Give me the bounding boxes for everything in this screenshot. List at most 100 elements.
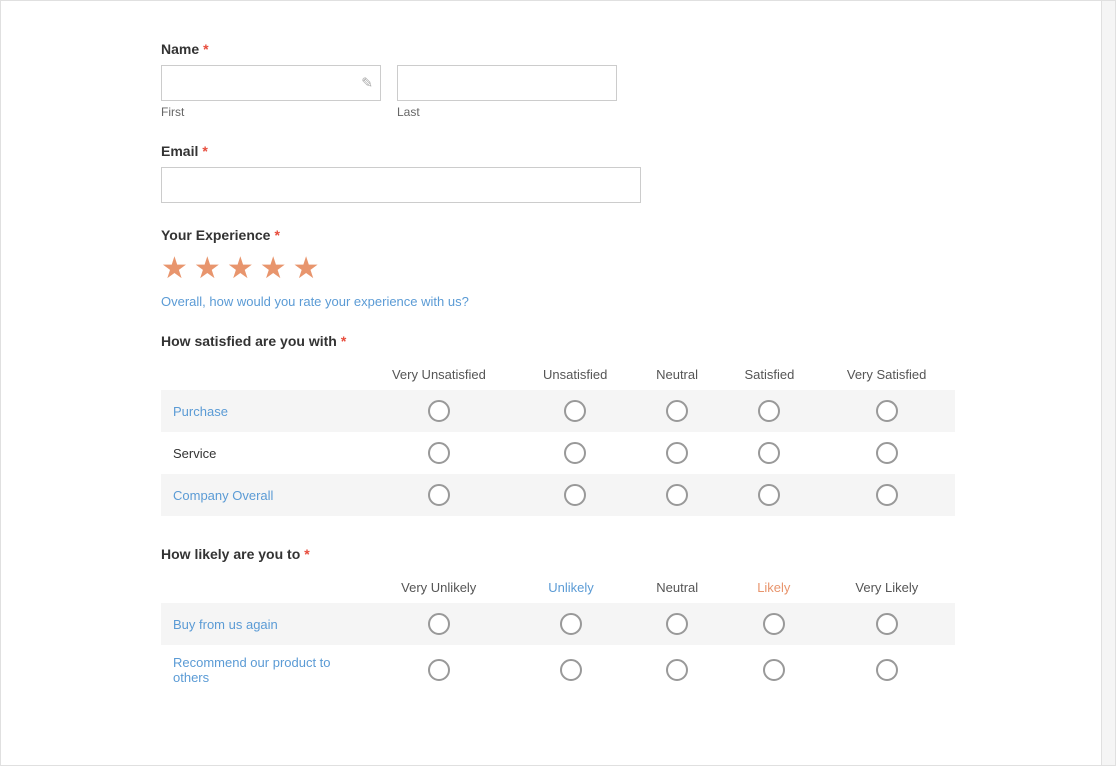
recommend-unlikely-radio[interactable] bbox=[560, 659, 582, 681]
service-neutral-radio[interactable] bbox=[666, 442, 688, 464]
likelihood-col-very-unlikely: Very Unlikely bbox=[361, 572, 517, 603]
star-1[interactable]: ★ bbox=[161, 251, 188, 286]
recommend-likely-radio[interactable] bbox=[763, 659, 785, 681]
service-very-unsatisfied-cell bbox=[361, 432, 517, 474]
satisfaction-col-unsatisfied: Unsatisfied bbox=[517, 359, 634, 390]
purchase-unsatisfied-radio[interactable] bbox=[564, 400, 586, 422]
email-field-group: Email * bbox=[161, 143, 955, 203]
recommend-very-likely-radio[interactable] bbox=[876, 659, 898, 681]
company-satisfied-cell bbox=[721, 474, 819, 516]
table-row: Recommend our product to others bbox=[161, 645, 955, 695]
star-2[interactable]: ★ bbox=[194, 251, 221, 286]
likelihood-col-neutral: Neutral bbox=[626, 572, 729, 603]
buy-unlikely-radio[interactable] bbox=[560, 613, 582, 635]
scrollbar[interactable] bbox=[1101, 1, 1115, 765]
service-unsatisfied-radio[interactable] bbox=[564, 442, 586, 464]
first-name-input[interactable] bbox=[161, 65, 381, 101]
purchase-very-satisfied-radio[interactable] bbox=[876, 400, 898, 422]
purchase-unsatisfied-cell bbox=[517, 390, 634, 432]
name-field-group: Name * ✎ First Last bbox=[161, 41, 955, 119]
table-row: Purchase bbox=[161, 390, 955, 432]
satisfaction-header-row: Very Unsatisfied Unsatisfied Neutral Sat… bbox=[161, 359, 955, 390]
purchase-neutral-cell bbox=[634, 390, 721, 432]
likelihood-col-label bbox=[161, 572, 361, 603]
first-name-field: ✎ First bbox=[161, 65, 381, 119]
name-inputs-row: ✎ First Last bbox=[161, 65, 955, 119]
satisfaction-col-very-satisfied: Very Satisfied bbox=[818, 359, 955, 390]
company-very-satisfied-cell bbox=[818, 474, 955, 516]
buy-very-unlikely-radio[interactable] bbox=[428, 613, 450, 635]
star-4[interactable]: ★ bbox=[260, 251, 287, 286]
recommend-very-unlikely-cell bbox=[361, 645, 517, 695]
company-neutral-cell bbox=[634, 474, 721, 516]
buy-neutral-radio[interactable] bbox=[666, 613, 688, 635]
purchase-very-satisfied-cell bbox=[818, 390, 955, 432]
company-very-satisfied-radio[interactable] bbox=[876, 484, 898, 506]
experience-hint: Overall, how would you rate your experie… bbox=[161, 294, 955, 309]
company-very-unsatisfied-cell bbox=[361, 474, 517, 516]
experience-field-group: Your Experience * ★ ★ ★ ★ ★ Overall, how… bbox=[161, 227, 955, 309]
satisfaction-col-neutral: Neutral bbox=[634, 359, 721, 390]
company-unsatisfied-cell bbox=[517, 474, 634, 516]
service-very-satisfied-cell bbox=[818, 432, 955, 474]
email-label: Email * bbox=[161, 143, 955, 159]
row-label-company-overall: Company Overall bbox=[161, 474, 361, 516]
row-label-buy-again: Buy from us again bbox=[161, 603, 361, 645]
likelihood-table: Very Unlikely Unlikely Neutral Likely Ve… bbox=[161, 572, 955, 695]
likelihood-required-star: * bbox=[304, 546, 309, 562]
row-label-recommend: Recommend our product to others bbox=[161, 645, 361, 695]
purchase-very-unsatisfied-radio[interactable] bbox=[428, 400, 450, 422]
satisfaction-col-very-unsatisfied: Very Unsatisfied bbox=[361, 359, 517, 390]
likelihood-header-row: Very Unlikely Unlikely Neutral Likely Ve… bbox=[161, 572, 955, 603]
company-very-unsatisfied-radio[interactable] bbox=[428, 484, 450, 506]
satisfaction-table: Very Unsatisfied Unsatisfied Neutral Sat… bbox=[161, 359, 955, 516]
recommend-very-unlikely-radio[interactable] bbox=[428, 659, 450, 681]
experience-label: Your Experience * bbox=[161, 227, 955, 243]
recommend-very-likely-cell bbox=[819, 645, 955, 695]
company-neutral-radio[interactable] bbox=[666, 484, 688, 506]
last-name-input[interactable] bbox=[397, 65, 617, 101]
service-satisfied-radio[interactable] bbox=[758, 442, 780, 464]
satisfaction-label: How satisfied are you with * bbox=[161, 333, 955, 349]
last-name-field: Last bbox=[397, 65, 617, 119]
company-unsatisfied-radio[interactable] bbox=[564, 484, 586, 506]
company-satisfied-radio[interactable] bbox=[758, 484, 780, 506]
buy-neutral-cell bbox=[626, 603, 729, 645]
email-input[interactable] bbox=[161, 167, 641, 203]
satisfaction-section: How satisfied are you with * Very Unsati… bbox=[161, 333, 955, 516]
name-required-star: * bbox=[203, 41, 208, 57]
likelihood-col-likely: Likely bbox=[729, 572, 819, 603]
service-very-unsatisfied-radio[interactable] bbox=[428, 442, 450, 464]
table-row: Company Overall bbox=[161, 474, 955, 516]
star-3[interactable]: ★ bbox=[227, 251, 254, 286]
buy-likely-radio[interactable] bbox=[763, 613, 785, 635]
likelihood-col-unlikely: Unlikely bbox=[517, 572, 626, 603]
buy-likely-cell bbox=[729, 603, 819, 645]
buy-very-likely-cell bbox=[819, 603, 955, 645]
recommend-unlikely-cell bbox=[517, 645, 626, 695]
purchase-satisfied-cell bbox=[721, 390, 819, 432]
buy-very-likely-radio[interactable] bbox=[876, 613, 898, 635]
likelihood-section: How likely are you to * Very Unlikely Un… bbox=[161, 546, 955, 695]
table-row: Service bbox=[161, 432, 955, 474]
satisfaction-required-star: * bbox=[341, 333, 346, 349]
first-name-sublabel: First bbox=[161, 105, 381, 119]
satisfaction-col-satisfied: Satisfied bbox=[721, 359, 819, 390]
purchase-satisfied-radio[interactable] bbox=[758, 400, 780, 422]
last-name-sublabel: Last bbox=[397, 105, 617, 119]
page-container: Name * ✎ First Last Email * Y bbox=[0, 0, 1116, 766]
service-satisfied-cell bbox=[721, 432, 819, 474]
purchase-neutral-radio[interactable] bbox=[666, 400, 688, 422]
service-very-satisfied-radio[interactable] bbox=[876, 442, 898, 464]
service-neutral-cell bbox=[634, 432, 721, 474]
star-5[interactable]: ★ bbox=[293, 251, 320, 286]
row-label-purchase: Purchase bbox=[161, 390, 361, 432]
experience-required-star: * bbox=[274, 227, 279, 243]
row-label-service: Service bbox=[161, 432, 361, 474]
recommend-neutral-cell bbox=[626, 645, 729, 695]
name-label: Name * bbox=[161, 41, 955, 57]
first-name-wrapper: ✎ bbox=[161, 65, 381, 101]
recommend-neutral-radio[interactable] bbox=[666, 659, 688, 681]
buy-unlikely-cell bbox=[517, 603, 626, 645]
likelihood-col-very-likely: Very Likely bbox=[819, 572, 955, 603]
